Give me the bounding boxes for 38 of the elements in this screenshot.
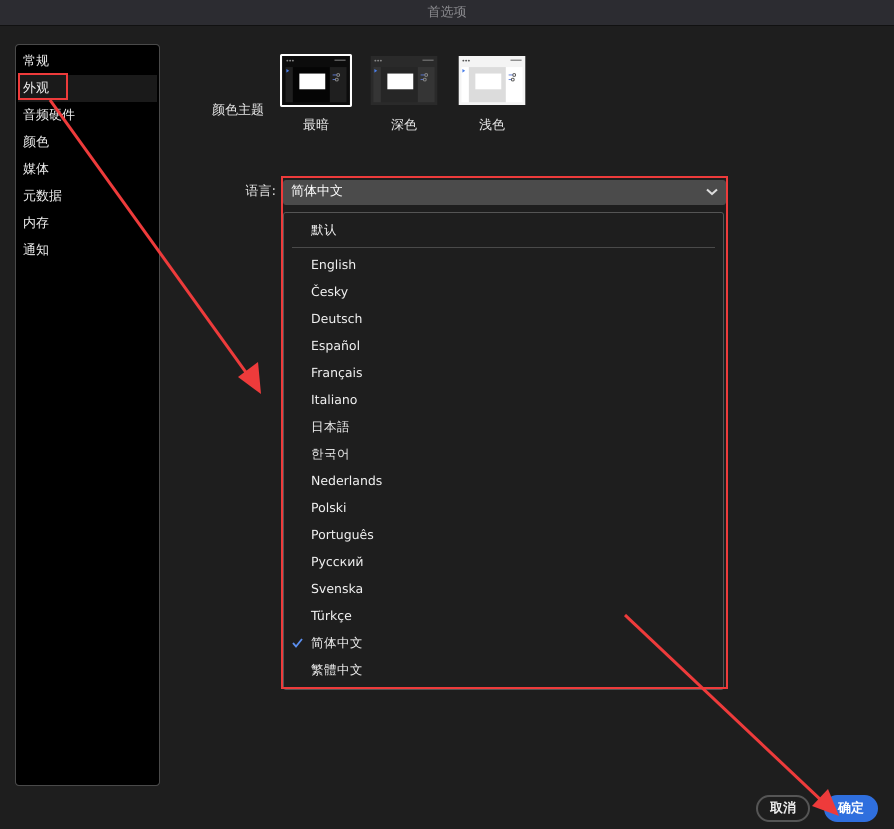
theme-name: 浅色	[479, 117, 505, 135]
chevron-down-icon	[706, 188, 718, 196]
language-dropdown[interactable]: 简体中文	[283, 180, 726, 204]
menu-option[interactable]: English	[284, 252, 723, 278]
menu-option[interactable]: Italiano	[284, 386, 723, 414]
menu-option[interactable]: 简体中文	[284, 630, 723, 656]
highlight-frame	[18, 73, 68, 100]
sidebar-item[interactable]: 元数据	[18, 183, 157, 210]
menu-option[interactable]: Русский	[284, 548, 723, 576]
checkmark-icon	[292, 638, 303, 648]
menu-option[interactable]: Česky	[284, 278, 723, 306]
theme-thumbnail[interactable]	[456, 54, 528, 107]
menu-option[interactable]: Svenska	[284, 576, 723, 602]
theme-label: 颜色主题	[212, 102, 265, 120]
theme-thumbnail[interactable]	[280, 54, 352, 107]
menu-option[interactable]: Polski	[284, 494, 723, 522]
menu-option[interactable]: Nederlands	[284, 468, 723, 494]
sidebar-item[interactable]: 内存	[18, 210, 157, 237]
window-title: 首选项	[428, 4, 466, 22]
sidebar-item[interactable]: 媒体	[18, 156, 157, 183]
menu-option[interactable]: 日本語	[284, 414, 723, 440]
theme-name: 最暗	[303, 117, 329, 135]
menu-option[interactable]: Français	[284, 360, 723, 386]
menu-option[interactable]: Deutsch	[284, 306, 723, 332]
menu-option[interactable]: Português	[284, 522, 723, 548]
menu-option[interactable]: Türkçe	[284, 602, 723, 630]
menu-option[interactable]: 默认	[284, 216, 723, 244]
theme-name: 深色	[391, 117, 417, 135]
menu-option[interactable]: 繁體中文	[284, 656, 723, 684]
menu-option[interactable]: 한국어	[284, 440, 723, 468]
menu-option[interactable]: Español	[284, 332, 723, 360]
sidebar-item[interactable]: 常规	[18, 48, 157, 75]
sidebar-item[interactable]: 颜色	[18, 129, 157, 156]
cancel-button[interactable]: 取消	[756, 795, 810, 822]
sidebar-item[interactable]: 通知	[18, 237, 157, 264]
sidebar-item[interactable]: 外观	[18, 75, 157, 102]
theme-thumbnail[interactable]	[368, 54, 440, 107]
language-label: 语言:	[244, 183, 276, 202]
